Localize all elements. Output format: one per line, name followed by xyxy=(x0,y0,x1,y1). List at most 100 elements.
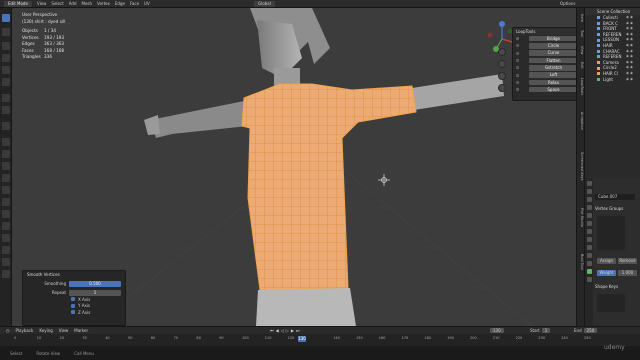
data-tab-icon[interactable] xyxy=(586,269,592,274)
select-box-icon[interactable] xyxy=(2,14,10,22)
weight-field[interactable]: 1.000 xyxy=(618,270,637,276)
looptools-bridge-button[interactable]: Bridge xyxy=(529,35,578,42)
options-menu[interactable]: Options xyxy=(560,1,575,6)
menu-view[interactable]: View xyxy=(37,1,47,6)
menu-face[interactable]: Face xyxy=(130,1,139,6)
menu-vertex[interactable]: Vertex xyxy=(97,1,110,6)
next-key-icon[interactable]: ▶ xyxy=(291,328,294,333)
vertex-groups-header[interactable]: Vertex Groups xyxy=(595,206,637,212)
scale-icon[interactable] xyxy=(2,66,10,74)
timeline-tick-label: 110 xyxy=(264,336,272,340)
z-axis-checkbox[interactable]: Z Axis xyxy=(23,309,125,316)
cursor-icon[interactable] xyxy=(2,28,10,36)
menu-add[interactable]: Add xyxy=(69,1,77,6)
particles-tab-icon[interactable] xyxy=(586,245,592,250)
play-icon[interactable]: ▷ xyxy=(286,328,289,333)
looptools-loft-button[interactable]: Loft xyxy=(529,72,578,78)
smooth-panel-title[interactable]: Smooth Vertices xyxy=(23,271,125,278)
looptools-settings-icon[interactable] xyxy=(516,37,519,41)
looptools-settings-icon[interactable] xyxy=(516,59,519,63)
looptools-title[interactable]: LoopTools xyxy=(513,28,581,35)
physics-tab-icon[interactable] xyxy=(586,253,592,258)
material-tab-icon[interactable] xyxy=(586,277,592,282)
object-tab-icon[interactable] xyxy=(586,229,592,234)
timeline-tick-label: 40 xyxy=(105,336,110,340)
timeline-ruler[interactable]: 0 10 20 30 40 50 60 70 80 90 100 110 120 140 150 160 170… xyxy=(0,334,640,346)
looptools-settings-icon[interactable] xyxy=(516,80,519,84)
extrude-icon[interactable] xyxy=(2,138,10,146)
world-tab-icon[interactable] xyxy=(586,221,592,226)
menu-uv[interactable]: UV xyxy=(144,1,150,6)
visibility-icon[interactable]: ◉ ◉ xyxy=(626,77,640,83)
modifier-tab-icon[interactable] xyxy=(586,237,592,242)
mode-dropdown[interactable]: Edit Mode xyxy=(4,0,32,7)
bevel-icon[interactable] xyxy=(2,162,10,170)
grid-icon[interactable] xyxy=(498,84,506,92)
smoothing-field[interactable]: 0.500 xyxy=(69,280,121,287)
inset-icon[interactable] xyxy=(2,150,10,158)
menu-mesh[interactable]: Mesh xyxy=(82,1,93,6)
view-layer-tab-icon[interactable] xyxy=(586,205,592,210)
orientation-dropdown[interactable]: Global xyxy=(254,1,275,7)
menu-timeline-view[interactable]: View xyxy=(59,328,69,333)
collection-icon xyxy=(597,27,600,31)
annotate-icon[interactable] xyxy=(2,94,10,102)
looptools-settings-icon[interactable] xyxy=(516,51,519,55)
vertex-groups-list[interactable] xyxy=(597,216,625,250)
add-cube-icon[interactable] xyxy=(2,122,10,130)
tool-tab-icon[interactable] xyxy=(586,181,592,186)
playhead[interactable]: 130 xyxy=(298,336,306,342)
jump-start-icon[interactable]: ⏮ xyxy=(270,328,274,333)
menu-select[interactable]: Select xyxy=(51,1,63,6)
pan-icon[interactable] xyxy=(498,60,506,68)
constraints-tab-icon[interactable] xyxy=(586,261,592,266)
spin-icon[interactable] xyxy=(2,210,10,218)
start-frame-field[interactable]: 1 xyxy=(541,327,551,334)
scene-tab-icon[interactable] xyxy=(586,213,592,218)
menu-playback[interactable]: Playback xyxy=(16,328,34,333)
shape-keys-list[interactable] xyxy=(597,294,625,312)
poly-build-icon[interactable] xyxy=(2,198,10,206)
looptools-settings-icon[interactable] xyxy=(516,88,519,92)
remove-button[interactable]: Remove xyxy=(618,258,637,264)
looptools-circle-button[interactable]: Circle xyxy=(529,43,578,49)
edge-slide-icon[interactable] xyxy=(2,234,10,242)
shrink-fatten-icon[interactable] xyxy=(2,246,10,254)
current-frame-field[interactable]: 130 xyxy=(490,327,504,334)
zoom-icon[interactable] xyxy=(498,48,506,56)
transform-icon[interactable] xyxy=(2,78,10,86)
menu-marker[interactable]: Marker xyxy=(74,328,88,333)
knife-icon[interactable] xyxy=(2,186,10,194)
looptools-settings-icon[interactable] xyxy=(516,66,519,70)
object-data-name-field[interactable]: Cube.007 xyxy=(595,194,635,200)
looptools-space-button[interactable]: Space xyxy=(529,86,578,93)
end-frame-field[interactable]: 250 xyxy=(583,327,598,334)
loop-cut-icon[interactable] xyxy=(2,174,10,182)
looptools-curve-button[interactable]: Curve xyxy=(529,50,578,56)
assign-button[interactable]: Assign xyxy=(597,258,616,264)
move-icon[interactable] xyxy=(2,42,10,50)
menu-edge[interactable]: Edge xyxy=(115,1,125,6)
looptools-flatten-button[interactable]: Flatten xyxy=(529,57,578,64)
looptools-relax-button[interactable]: Relax xyxy=(529,79,578,86)
camera-icon[interactable] xyxy=(498,72,506,80)
timeline-editor-icon[interactable]: ◷ xyxy=(6,328,10,333)
play-reverse-icon[interactable]: ◁ xyxy=(281,328,284,333)
smooth-icon[interactable] xyxy=(2,222,10,230)
render-tab-icon[interactable] xyxy=(586,189,592,194)
jump-end-icon[interactable]: ⏭ xyxy=(296,328,300,333)
menu-keying[interactable]: Keying xyxy=(39,328,52,333)
looptools-settings-icon[interactable] xyxy=(516,44,519,48)
repeat-field[interactable]: 1 xyxy=(69,289,121,296)
output-tab-icon[interactable] xyxy=(586,197,592,202)
looptools-settings-icon[interactable] xyxy=(516,73,519,77)
shear-icon[interactable] xyxy=(2,258,10,266)
rotate-icon[interactable] xyxy=(2,54,10,62)
measure-icon[interactable] xyxy=(2,106,10,114)
3d-viewport[interactable]: User Perspective (130) shirt : dyed sill… xyxy=(12,8,584,326)
prev-key-icon[interactable]: ◀ xyxy=(276,328,279,333)
shape-keys-header[interactable]: Shape Keys xyxy=(595,284,637,290)
outliner-item[interactable]: Light ◉ ◉ xyxy=(585,77,640,83)
looptools-gstretch-button[interactable]: Gstretch xyxy=(529,65,578,71)
rip-icon[interactable] xyxy=(2,270,10,278)
